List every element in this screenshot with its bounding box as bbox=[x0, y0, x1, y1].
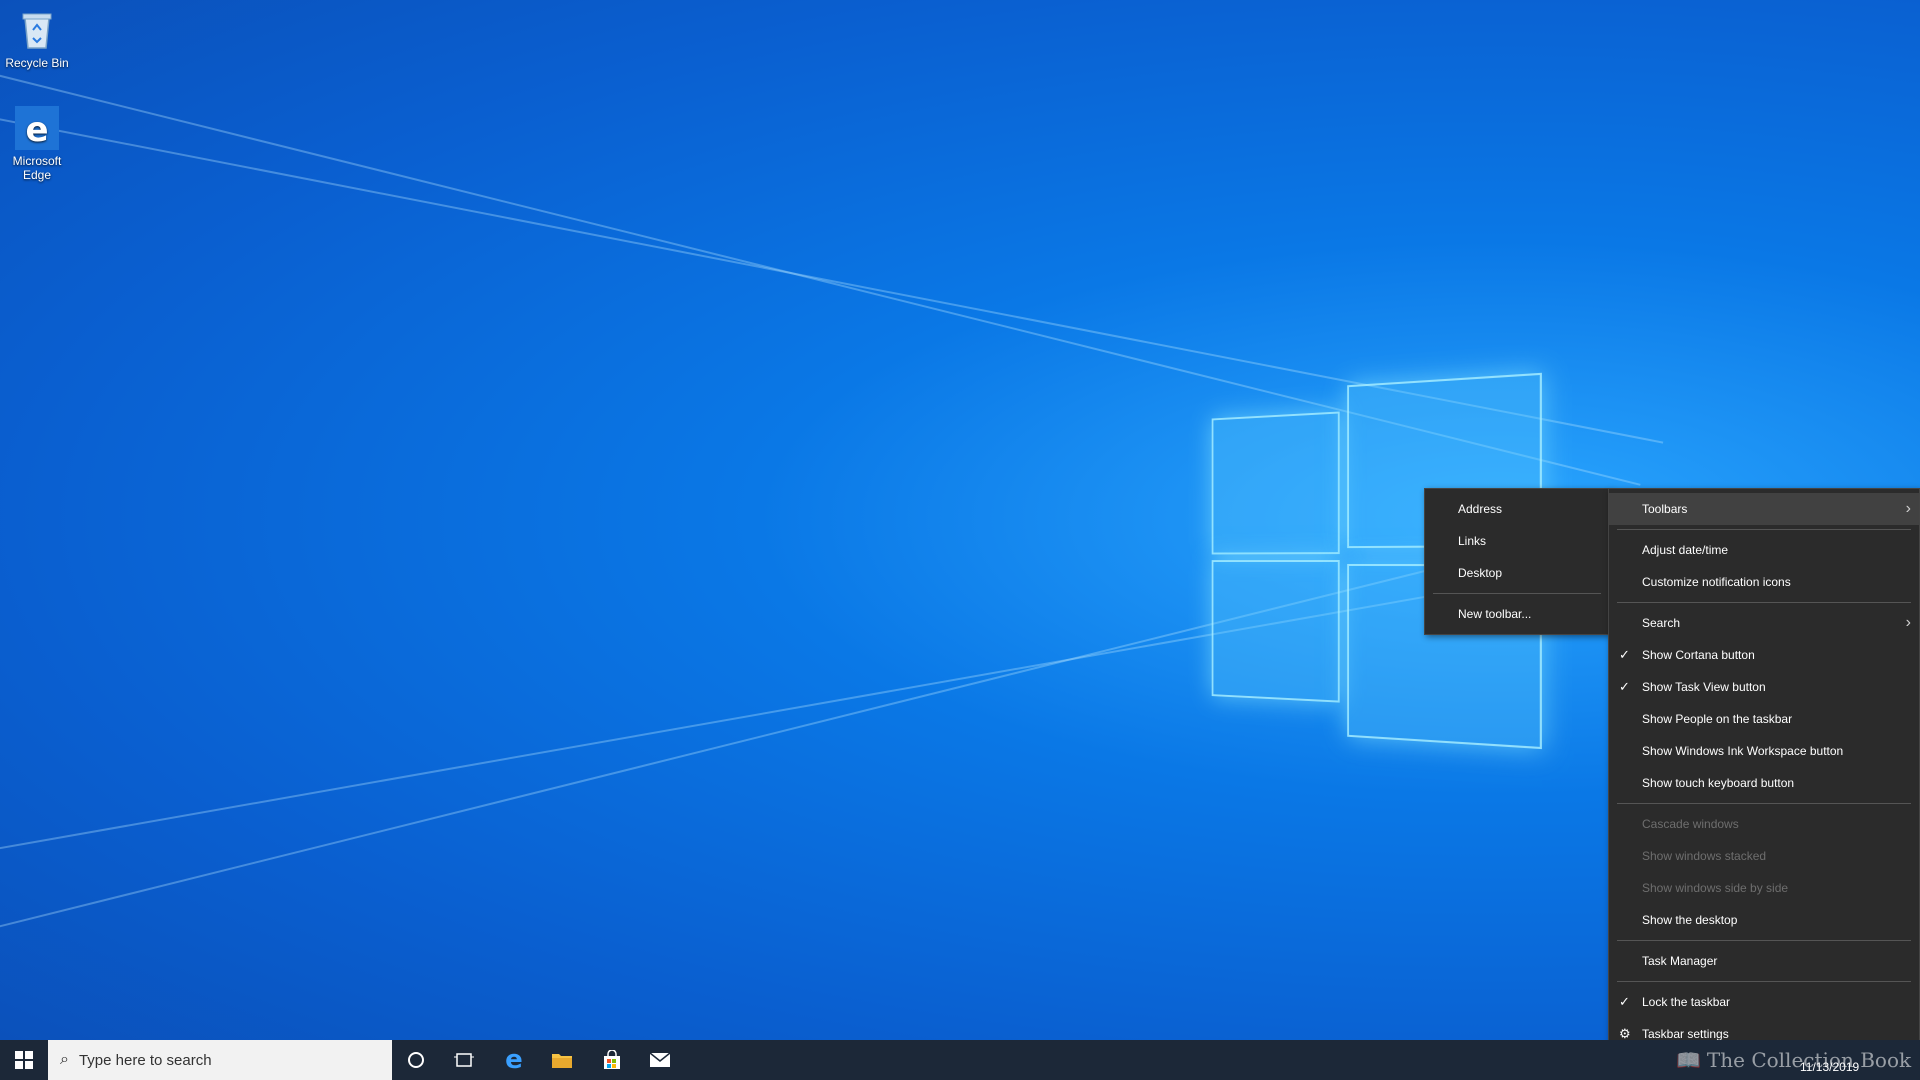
menu-item-search[interactable]: Search › bbox=[1609, 607, 1919, 639]
menu-separator bbox=[1617, 529, 1911, 530]
taskbar-search-box[interactable]: ⌕ Type here to search bbox=[48, 1040, 392, 1080]
store-button[interactable] bbox=[588, 1040, 636, 1080]
show-taskview-label: Show Task View button bbox=[1642, 680, 1766, 694]
menu-item-new-toolbar[interactable]: New toolbar... bbox=[1425, 598, 1609, 630]
checkmark-icon: ✓ bbox=[1619, 679, 1630, 694]
menu-separator bbox=[1617, 940, 1911, 941]
tray-date[interactable]: 11/13/2019 bbox=[1800, 1060, 1859, 1074]
menu-separator bbox=[1433, 593, 1601, 594]
menu-item-adjust-datetime[interactable]: Adjust date/time bbox=[1609, 534, 1919, 566]
mail-icon bbox=[649, 1052, 671, 1067]
menu-item-lock-taskbar[interactable]: ✓ Lock the taskbar bbox=[1609, 986, 1919, 1018]
book-icon: 📖 bbox=[1676, 1048, 1701, 1072]
menu-item-show-cortana[interactable]: ✓ Show Cortana button bbox=[1609, 639, 1919, 671]
windows-start-icon bbox=[15, 1051, 33, 1069]
edge-taskbar-button[interactable]: e bbox=[490, 1040, 538, 1080]
toolbars-label: Toolbars bbox=[1642, 502, 1688, 516]
menu-item-task-manager[interactable]: Task Manager bbox=[1609, 945, 1919, 977]
svg-text:e: e bbox=[25, 110, 48, 150]
toolbars-submenu: Address Links Desktop New toolbar... bbox=[1424, 488, 1610, 635]
desktop-icon-recycle-bin[interactable]: Recycle Bin bbox=[0, 8, 74, 70]
search-label: Search bbox=[1642, 616, 1681, 630]
recycle-bin-icon bbox=[15, 8, 59, 52]
menu-separator bbox=[1617, 803, 1911, 804]
menu-item-show-ink[interactable]: Show Windows Ink Workspace button bbox=[1609, 735, 1919, 767]
menu-item-stacked: Show windows stacked bbox=[1642, 849, 1767, 863]
menu-item-show-people[interactable]: Show People on the taskbar bbox=[1609, 703, 1919, 735]
menu-item-show-desktop[interactable]: Show the desktop bbox=[1609, 904, 1919, 936]
task-view-button[interactable] bbox=[440, 1040, 488, 1080]
taskbar-settings-label: Taskbar settings bbox=[1642, 1027, 1729, 1041]
show-cortana-label: Show Cortana button bbox=[1642, 648, 1755, 662]
taskbar[interactable]: ⌕ Type here to search e bbox=[0, 1040, 1920, 1080]
lock-taskbar-label: Lock the taskbar bbox=[1642, 995, 1731, 1009]
edge-icon: e bbox=[505, 1045, 523, 1075]
file-explorer-icon bbox=[552, 1054, 572, 1068]
recycle-bin-label: Recycle Bin bbox=[5, 56, 69, 70]
menu-separator bbox=[1617, 602, 1911, 603]
menu-item-show-taskview[interactable]: ✓ Show Task View button bbox=[1609, 671, 1919, 703]
task-view-icon bbox=[454, 1053, 474, 1067]
edge-label: Microsoft Edge bbox=[12, 154, 62, 182]
cortana-icon bbox=[408, 1052, 424, 1068]
desktop-icon-edge[interactable]: e Microsoft Edge bbox=[0, 106, 74, 182]
menu-item-desktop[interactable]: Desktop bbox=[1425, 557, 1609, 589]
taskbar-context-menu: Toolbars › Adjust date/time Customize no… bbox=[1608, 488, 1920, 1055]
menu-item-side-by-side: Show windows side by side bbox=[1642, 881, 1789, 895]
menu-item-cascade: Cascade windows bbox=[1642, 817, 1739, 831]
menu-item-links[interactable]: Links bbox=[1425, 525, 1609, 557]
mail-button[interactable] bbox=[636, 1040, 684, 1080]
store-icon bbox=[604, 1050, 620, 1069]
menu-item-address[interactable]: Address bbox=[1425, 493, 1609, 525]
chevron-right-icon: › bbox=[1905, 614, 1911, 631]
checkmark-icon: ✓ bbox=[1619, 994, 1630, 1009]
menu-item-customize-icons[interactable]: Customize notification icons bbox=[1609, 566, 1919, 598]
edge-icon: e bbox=[15, 106, 59, 150]
start-button[interactable] bbox=[0, 1040, 48, 1080]
search-icon: ⌕ bbox=[60, 1051, 69, 1068]
chevron-right-icon: › bbox=[1905, 500, 1911, 517]
cortana-button[interactable] bbox=[392, 1040, 440, 1080]
menu-separator bbox=[1617, 981, 1911, 982]
checkmark-icon: ✓ bbox=[1619, 647, 1630, 662]
menu-item-show-touch-keyboard[interactable]: Show touch keyboard button bbox=[1609, 767, 1919, 799]
search-placeholder: Type here to search bbox=[78, 1051, 212, 1069]
watermark: 📖 The Collection Book bbox=[1676, 1040, 1911, 1080]
menu-item-toolbars[interactable]: Toolbars › bbox=[1609, 493, 1919, 525]
file-explorer-button[interactable] bbox=[538, 1040, 586, 1080]
